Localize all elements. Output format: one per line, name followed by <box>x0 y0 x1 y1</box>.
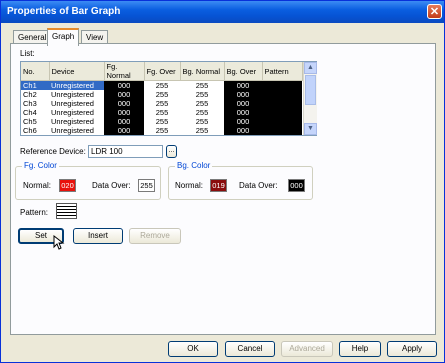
help-button[interactable]: Help <box>339 341 381 357</box>
cell-no: Ch4 <box>23 108 37 117</box>
cell-no: Ch1 <box>21 80 49 90</box>
channel-table: No. Device Fg. Normal Fg. Over Bg. Norma… <box>21 62 303 135</box>
table-row[interactable]: Ch2 Unregistered 000 255 255 000 <box>21 90 302 99</box>
col-fg-normal-header[interactable]: Fg. Normal <box>104 62 145 81</box>
advanced-button[interactable]: Advanced <box>281 341 333 357</box>
fg-over-swatch[interactable]: 255 <box>138 179 155 192</box>
bg-normal-swatch[interactable]: 019 <box>210 179 227 192</box>
bg-over-swatch[interactable]: 000 <box>288 179 305 192</box>
cell-no: Ch6 <box>23 126 37 135</box>
table-row[interactable]: Ch3 Unregistered 000 255 255 000 <box>21 99 302 108</box>
table-row[interactable]: Ch4 Unregistered 000 255 255 000 <box>21 108 302 117</box>
tab-view[interactable]: View <box>81 30 109 44</box>
list-scrollbar[interactable]: ▲ ▼ <box>303 62 317 135</box>
cell-fg-normal: 000 <box>104 99 144 108</box>
table-header: No. Device Fg. Normal Fg. Over Bg. Norma… <box>21 62 303 81</box>
pattern-swatch[interactable] <box>56 203 77 219</box>
browse-button[interactable]: ... <box>166 145 177 158</box>
cell-pattern <box>262 108 302 117</box>
cell-device: Unregistered <box>51 90 94 99</box>
cell-fg-over: 255 <box>155 81 169 90</box>
cell-device: Unregistered <box>51 99 94 108</box>
cell-fg-over: 255 <box>155 99 169 108</box>
table-row[interactable]: Ch5 Unregistered 000 255 255 000 <box>21 117 302 126</box>
cell-device: Unregistered <box>51 108 94 117</box>
window-title: Properties of Bar Graph <box>7 6 121 17</box>
cell-bg-normal: 255 <box>195 126 209 135</box>
cell-fg-over: 255 <box>155 90 169 99</box>
cell-pattern <box>262 117 302 126</box>
fg-color-title: Fg. Color <box>22 161 59 170</box>
cell-fg-normal: 000 <box>104 126 144 135</box>
cell-fg-normal: 000 <box>104 90 144 99</box>
table-row[interactable]: Ch1 Unregistered 000 255 255 000 <box>21 80 302 90</box>
col-pattern-header[interactable]: Pattern <box>262 62 303 81</box>
cell-pattern <box>262 126 302 135</box>
scroll-thumb[interactable] <box>305 75 316 105</box>
cell-no: Ch2 <box>23 90 37 99</box>
bg-normal-label: Normal: <box>175 181 204 190</box>
cell-bg-normal: 255 <box>195 108 209 117</box>
fg-normal-swatch[interactable]: 020 <box>59 179 76 192</box>
table-row[interactable]: Ch6 Unregistered 000 255 255 000 <box>21 126 302 135</box>
cell-bg-over: 000 <box>224 99 262 108</box>
list-label: List: <box>20 49 35 58</box>
channel-list[interactable]: No. Device Fg. Normal Fg. Over Bg. Norma… <box>20 61 317 136</box>
bg-over-label: Data Over: <box>239 181 278 190</box>
cell-bg-over: 000 <box>224 126 262 135</box>
tab-graph[interactable]: Graph <box>47 28 80 46</box>
mouse-cursor-icon <box>53 235 65 250</box>
ok-button[interactable]: OK <box>168 341 218 357</box>
insert-button[interactable]: Insert <box>73 228 123 244</box>
reference-device-field[interactable]: LDR 100 <box>88 145 163 158</box>
cell-bg-normal: 255 <box>195 99 209 108</box>
scroll-down-icon[interactable]: ▼ <box>304 123 317 135</box>
cell-pattern <box>262 80 302 90</box>
cell-bg-over: 000 <box>224 117 262 126</box>
scroll-up-icon[interactable]: ▲ <box>304 62 317 74</box>
cell-device: Unregistered <box>51 117 94 126</box>
reference-device-label: Reference Device: <box>20 147 86 156</box>
cell-pattern <box>262 90 302 99</box>
fg-normal-label: Normal: <box>23 181 52 190</box>
cell-no: Ch5 <box>23 117 37 126</box>
cell-bg-over: 000 <box>224 108 262 117</box>
pattern-label: Pattern: <box>20 208 49 217</box>
remove-button[interactable]: Remove <box>129 228 181 244</box>
cell-fg-over: 255 <box>155 126 169 135</box>
col-no-header[interactable]: No. <box>21 62 50 81</box>
cell-bg-over: 000 <box>224 90 262 99</box>
tab-general[interactable]: General <box>13 30 52 44</box>
fg-over-label: Data Over: <box>92 181 131 190</box>
cell-pattern <box>262 99 302 108</box>
col-fg-over-header[interactable]: Fg. Over <box>144 62 181 81</box>
col-bg-over-header[interactable]: Bg. Over <box>224 62 263 81</box>
properties-dialog: Properties of Bar Graph ✕ General Graph … <box>0 0 445 363</box>
cell-bg-normal: 255 <box>195 81 209 90</box>
col-bg-normal-header[interactable]: Bg. Normal <box>180 62 225 81</box>
cell-fg-normal: 000 <box>104 108 144 117</box>
cell-device: Unregistered <box>51 126 94 135</box>
cell-device: Unregistered <box>49 80 104 90</box>
cancel-button[interactable]: Cancel <box>225 341 275 357</box>
cell-fg-normal: 000 <box>104 117 144 126</box>
close-button[interactable]: ✕ <box>427 4 442 19</box>
col-device-header[interactable]: Device <box>49 62 105 81</box>
cell-fg-over: 255 <box>155 108 169 117</box>
apply-button[interactable]: Apply <box>387 341 437 357</box>
cell-bg-normal: 255 <box>195 90 209 99</box>
cell-bg-over: 000 <box>224 80 262 90</box>
cell-bg-normal: 255 <box>195 117 209 126</box>
bg-color-title: Bg. Color <box>175 161 213 170</box>
cell-fg-over: 255 <box>155 117 169 126</box>
cell-fg-normal: 000 <box>104 80 144 90</box>
cell-no: Ch3 <box>23 99 37 108</box>
title-bar[interactable]: Properties of Bar Graph ✕ <box>1 1 444 23</box>
